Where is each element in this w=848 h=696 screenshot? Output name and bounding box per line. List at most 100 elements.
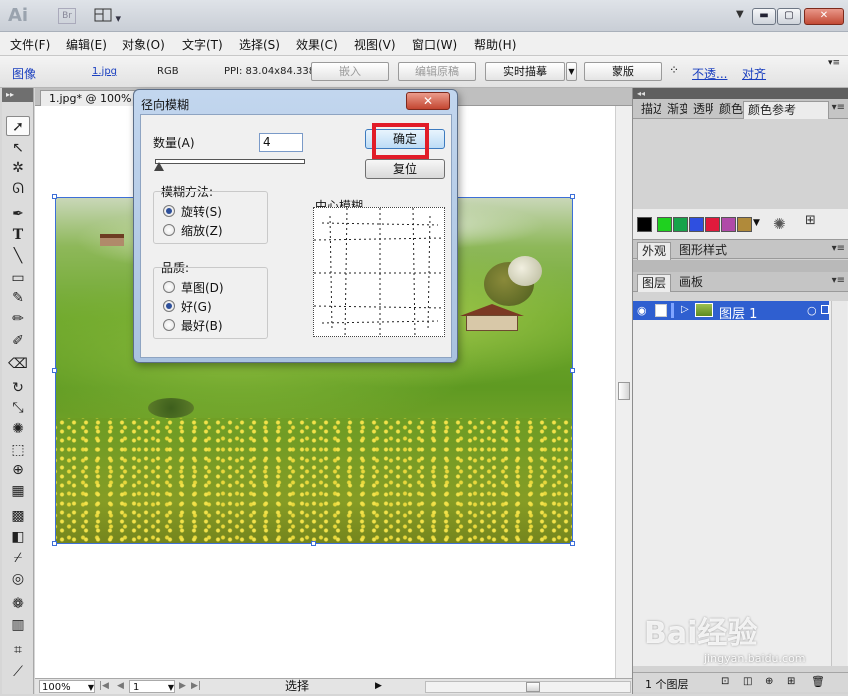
close-window-button[interactable]: ✕ [804, 8, 844, 25]
amount-slider-thumb[interactable] [154, 162, 164, 171]
paintbrush-tool-icon[interactable]: ✎ [6, 288, 30, 308]
transform-icon[interactable]: ⁘ [669, 63, 679, 77]
quality-best-radio[interactable] [163, 319, 175, 331]
layers-scrollbar[interactable] [831, 301, 847, 666]
menu-edit[interactable]: 编辑(E) [66, 36, 107, 53]
harmony-swatch[interactable] [657, 217, 672, 232]
mask-button[interactable]: 蒙版 [584, 62, 662, 81]
vertical-scrollbar[interactable] [615, 106, 632, 678]
line-tool-icon[interactable]: ╲ [6, 246, 30, 266]
document-tab[interactable]: 1.jpg* @ 100% [40, 90, 141, 106]
prev-page-icon[interactable]: ◀ [117, 680, 124, 693]
quality-best-label[interactable]: 最好(B) [181, 317, 223, 334]
vertical-scrollbar-thumb[interactable] [618, 382, 630, 400]
panel-menu-icon[interactable]: ▾≡ [832, 275, 845, 286]
linked-file-link[interactable]: 1.jpg [92, 66, 117, 77]
blur-center-preview[interactable] [313, 207, 445, 337]
horizontal-scrollbar-thumb[interactable] [526, 682, 540, 692]
tab-color[interactable]: 颜色 [715, 101, 743, 119]
tab-graphic-styles[interactable]: 图形样式 [675, 242, 731, 260]
blob-brush-tool-icon[interactable]: ✐ [6, 331, 30, 351]
symbol-sprayer-tool-icon[interactable]: ❁ [6, 594, 30, 614]
color-wheel-icon[interactable]: ✺ [773, 215, 786, 233]
resize-handle-right[interactable] [570, 368, 575, 373]
arrange-documents-button[interactable]: ▾ [94, 8, 124, 25]
menu-effect[interactable]: 效果(C) [296, 36, 338, 53]
dialog-close-button[interactable]: ✕ [406, 92, 450, 110]
lasso-tool-icon[interactable]: ᘏ [6, 179, 30, 199]
quality-good-label[interactable]: 好(G) [181, 298, 212, 315]
harmony-swatch[interactable] [721, 217, 736, 232]
panel-menu-icon[interactable]: ▾≡ [832, 243, 845, 254]
edit-original-button[interactable]: 编辑原稿 [398, 62, 476, 81]
tab-gradient[interactable]: 渐变 [663, 101, 687, 119]
warp-tool-icon[interactable]: ✺ [6, 419, 30, 439]
mesh-tool-icon[interactable]: ▩ [6, 506, 30, 526]
panel-dock-header[interactable]: ◂◂ [633, 88, 848, 99]
horizontal-scrollbar[interactable] [425, 681, 631, 693]
menu-window[interactable]: 窗口(W) [412, 36, 457, 53]
delete-layer-icon[interactable]: 🗑 [811, 675, 825, 688]
layer-selection-indicator[interactable] [821, 305, 829, 314]
column-graph-tool-icon[interactable]: ▥ [6, 615, 30, 635]
opacity-link[interactable]: 不透... [692, 65, 727, 82]
menu-help[interactable]: 帮助(H) [474, 36, 516, 53]
next-page-icon[interactable]: ▶ [179, 680, 186, 693]
menu-view[interactable]: 视图(V) [354, 36, 396, 53]
tab-appearance[interactable]: 外观 [637, 242, 672, 260]
gradient-tool-icon[interactable]: ◧ [6, 527, 30, 547]
embed-button[interactable]: 嵌入 [311, 62, 389, 81]
control-bar-menu-icon[interactable]: ▾≡ [828, 58, 840, 68]
harmony-swatch[interactable] [673, 217, 688, 232]
free-transform-tool-icon[interactable]: ⬚ [6, 440, 30, 460]
menu-file[interactable]: 文件(F) [10, 36, 50, 53]
align-link[interactable]: 对齐 [742, 65, 766, 82]
method-zoom-label[interactable]: 缩放(Z) [181, 222, 223, 239]
expand-layer-icon[interactable]: ▷ [681, 304, 689, 315]
menu-type[interactable]: 文字(T) [182, 36, 223, 53]
tab-stroke[interactable]: 描边 [637, 101, 661, 119]
harmony-dropdown-icon[interactable]: ▼ [753, 218, 760, 228]
page-select[interactable]: 1 ▼ [129, 680, 175, 693]
eyedropper-tool-icon[interactable]: ⌿ [6, 548, 30, 568]
layer-target-icon[interactable]: ○ [807, 304, 817, 317]
panel-menu-icon[interactable]: ▾≡ [832, 102, 845, 113]
menu-object[interactable]: 对象(O) [122, 36, 165, 53]
scale-tool-icon[interactable]: ⤡ [6, 398, 30, 418]
harmony-swatch[interactable] [689, 217, 704, 232]
amount-input[interactable]: 4 [259, 133, 303, 152]
rectangle-tool-icon[interactable]: ▭ [6, 268, 30, 288]
tab-transparency[interactable]: 透明 [689, 101, 713, 119]
quality-draft-label[interactable]: 草图(D) [181, 279, 224, 296]
resize-handle-bottom-right[interactable] [570, 541, 575, 546]
base-color-swatch[interactable] [637, 217, 652, 232]
method-spin-radio[interactable] [163, 205, 175, 217]
tab-layers[interactable]: 图层 [637, 274, 672, 292]
eraser-tool-icon[interactable]: ⌫ [6, 354, 30, 374]
artboard-tool-icon[interactable]: ⌗ [6, 640, 30, 660]
live-trace-button[interactable]: 实时描摹 [485, 62, 565, 81]
magic-wand-tool-icon[interactable]: ✲ [6, 158, 30, 178]
lock-toggle[interactable] [655, 304, 667, 317]
amount-slider-track[interactable] [155, 159, 305, 164]
slice-tool-icon[interactable]: ⟋ [6, 662, 30, 682]
minimize-button[interactable]: ▬ [752, 8, 776, 25]
rotate-tool-icon[interactable]: ↻ [6, 378, 30, 398]
layer-row[interactable]: ◉ ▷ 图层 1 ○ [633, 301, 829, 322]
quality-draft-radio[interactable] [163, 281, 175, 293]
resize-handle-top-right[interactable] [570, 194, 575, 199]
tab-color-guide[interactable]: 颜色参考 [743, 101, 829, 119]
visibility-eye-icon[interactable]: ◉ [637, 304, 647, 317]
maximize-button[interactable]: ▢ [777, 8, 801, 25]
layer-name[interactable]: 图层 1 [719, 303, 757, 322]
blend-tool-icon[interactable]: ◎ [6, 569, 30, 589]
live-trace-options-button[interactable]: ▼ [566, 62, 577, 81]
save-color-group-icon[interactable]: ⊞ [805, 213, 816, 228]
bridge-button[interactable]: Br [58, 8, 76, 24]
tab-artboards[interactable]: 画板 [675, 274, 707, 292]
selection-tool-icon[interactable]: ➚ [6, 116, 30, 136]
last-page-icon[interactable]: ▶| [191, 680, 201, 693]
direct-selection-tool-icon[interactable]: ↖ [6, 138, 30, 158]
method-zoom-radio[interactable] [163, 224, 175, 236]
type-tool-icon[interactable]: T [6, 225, 30, 245]
